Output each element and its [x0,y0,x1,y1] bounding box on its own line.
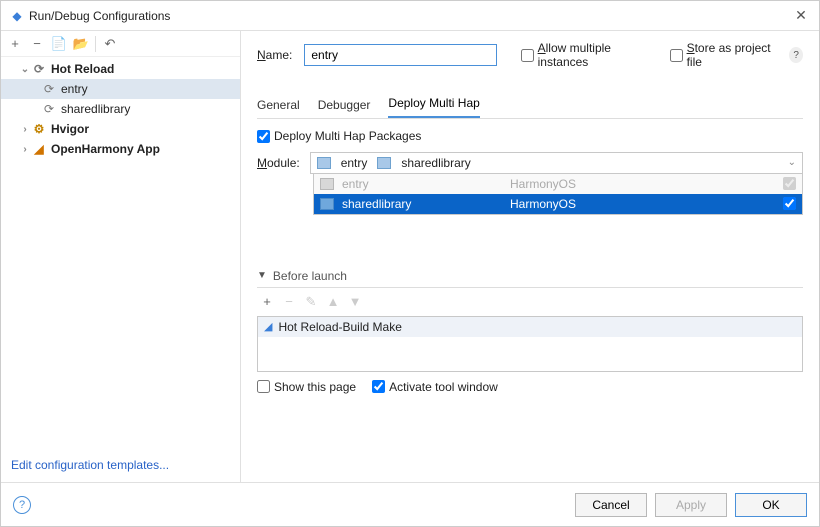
rollback-button[interactable]: ↶ [100,34,120,54]
before-launch-header[interactable]: ▼ Before launch [257,269,803,288]
remove-button[interactable]: − [279,292,299,312]
chevron-right-icon: › [19,124,31,135]
ok-button[interactable]: OK [735,493,807,517]
tree-node-sharedlibrary[interactable]: ⟳ sharedlibrary [1,99,240,119]
name-input[interactable] [304,44,496,66]
hot-reload-icon: ⟳ [41,81,57,97]
help-button[interactable]: ? [13,496,31,514]
chevron-right-icon: › [19,144,31,155]
deploy-packages-checkbox[interactable]: Deploy Multi Hap Packages [257,129,421,143]
right-pane: Name: Allow multiple instances Store as … [241,31,819,482]
module-value-b: sharedlibrary [401,156,470,170]
close-icon[interactable]: ✕ [791,7,811,24]
before-launch-toolbar: + − ✎ ▲ ▼ [257,288,803,316]
hot-reload-icon: ⟳ [31,61,47,77]
chevron-down-icon: ⌄ [19,64,31,75]
add-button[interactable]: + [5,34,25,54]
deploy-packages-input[interactable] [257,130,270,143]
module-row-sharedlibrary[interactable]: sharedlibrary HarmonyOS [314,194,802,214]
folder-icon [320,178,334,190]
show-this-page-input[interactable] [257,380,270,393]
tree-toolbar: + − 📄 📂 ↶ [1,31,240,57]
module-checkbox[interactable] [783,197,796,210]
edit-button[interactable]: ✎ [301,292,321,312]
up-button[interactable]: ▲ [323,292,343,312]
tab-general[interactable]: General [257,98,300,118]
remove-button[interactable]: − [27,34,47,54]
tree-label: Hot Reload [51,62,114,76]
separator [95,36,96,52]
activate-tool-checkbox[interactable]: Activate tool window [372,380,498,394]
module-name: entry [342,177,502,191]
task-label: Hot Reload-Build Make [278,320,401,334]
window-title: Run/Debug Configurations [29,9,791,23]
tab-debugger[interactable]: Debugger [318,98,371,118]
module-label: Module: [257,156,300,170]
store-project-input[interactable] [670,49,683,62]
task-icon: ◢ [264,320,272,333]
module-row: Module: entry sharedlibrary ⌄ [257,152,803,174]
module-name: sharedlibrary [342,197,502,211]
deploy-form: Deploy Multi Hap Packages Module: entry … [257,119,803,215]
allow-multiple-input[interactable] [521,49,534,62]
app-triangle-icon: ◢ [31,141,47,157]
allow-multiple-label: Allow multiple instances [538,41,646,69]
store-project-label: Store as project file [687,41,774,69]
name-label: Name: [257,48,292,62]
before-launch-options: Show this page Activate tool window [257,380,803,394]
dialog-body: + − 📄 📂 ↶ ⌄ ⟳ Hot Reload ⟳ entry ⟳ share… [1,31,819,482]
deploy-packages-label: Deploy Multi Hap Packages [274,129,421,143]
config-tree: ⌄ ⟳ Hot Reload ⟳ entry ⟳ sharedlibrary ›… [1,57,240,448]
help-icon[interactable]: ? [789,47,803,63]
before-launch-section: ▼ Before launch + − ✎ ▲ ▼ ◢ Hot Reload-B… [257,269,803,394]
edit-templates-link[interactable]: Edit configuration templates... [1,448,240,482]
before-launch-task[interactable]: ◢ Hot Reload-Build Make [258,317,802,337]
allow-multiple-checkbox[interactable]: Allow multiple instances [521,41,646,69]
module-combobox[interactable]: entry sharedlibrary ⌄ [310,152,803,174]
activate-tool-label: Activate tool window [389,380,498,394]
left-pane: + − 📄 📂 ↶ ⌄ ⟳ Hot Reload ⟳ entry ⟳ share… [1,31,241,482]
show-this-page-label: Show this page [274,380,356,394]
hot-reload-icon: ⟳ [41,101,57,117]
activate-tool-input[interactable] [372,380,385,393]
down-button[interactable]: ▼ [345,292,365,312]
folder-icon [320,198,334,210]
chevron-down-icon: ▼ [257,270,267,281]
tree-label: Hvigor [51,122,89,136]
cancel-button[interactable]: Cancel [575,493,647,517]
module-value-a: entry [341,156,368,170]
tree-node-openharmony[interactable]: › ◢ OpenHarmony App [1,139,240,159]
app-icon: ◆ [9,8,25,24]
before-launch-label: Before launch [273,269,347,283]
tab-deploy-multi-hap[interactable]: Deploy Multi Hap [388,96,479,118]
gear-icon: ⚙ [31,121,47,137]
module-row-entry[interactable]: entry HarmonyOS [314,174,802,194]
folder-icon [377,157,391,169]
tree-node-hvigor[interactable]: › ⚙ Hvigor [1,119,240,139]
module-checkbox [783,177,796,190]
copy-button[interactable]: 📄 [49,34,69,54]
titlebar: ◆ Run/Debug Configurations ✕ [1,1,819,31]
module-os: HarmonyOS [510,197,576,211]
tree-label: OpenHarmony App [51,142,160,156]
folder-button[interactable]: 📂 [71,34,91,54]
dialog-footer: ? Cancel Apply OK [1,482,819,526]
show-this-page-checkbox[interactable]: Show this page [257,380,356,394]
tree-label: entry [61,82,88,96]
tree-node-entry[interactable]: ⟳ entry [1,79,240,99]
add-button[interactable]: + [257,292,277,312]
name-row: Name: Allow multiple instances Store as … [257,41,803,69]
before-launch-list: ◢ Hot Reload-Build Make [257,316,803,372]
module-list: entry HarmonyOS sharedlibrary HarmonyOS [313,174,803,215]
module-os: HarmonyOS [510,177,576,191]
tab-bar: General Debugger Deploy Multi Hap [257,93,803,119]
folder-icon [317,157,331,169]
store-project-checkbox[interactable]: Store as project file [670,41,774,69]
tree-label: sharedlibrary [61,102,130,116]
tree-node-hot-reload[interactable]: ⌄ ⟳ Hot Reload [1,59,240,79]
chevron-down-icon: ⌄ [788,157,796,168]
apply-button[interactable]: Apply [655,493,727,517]
